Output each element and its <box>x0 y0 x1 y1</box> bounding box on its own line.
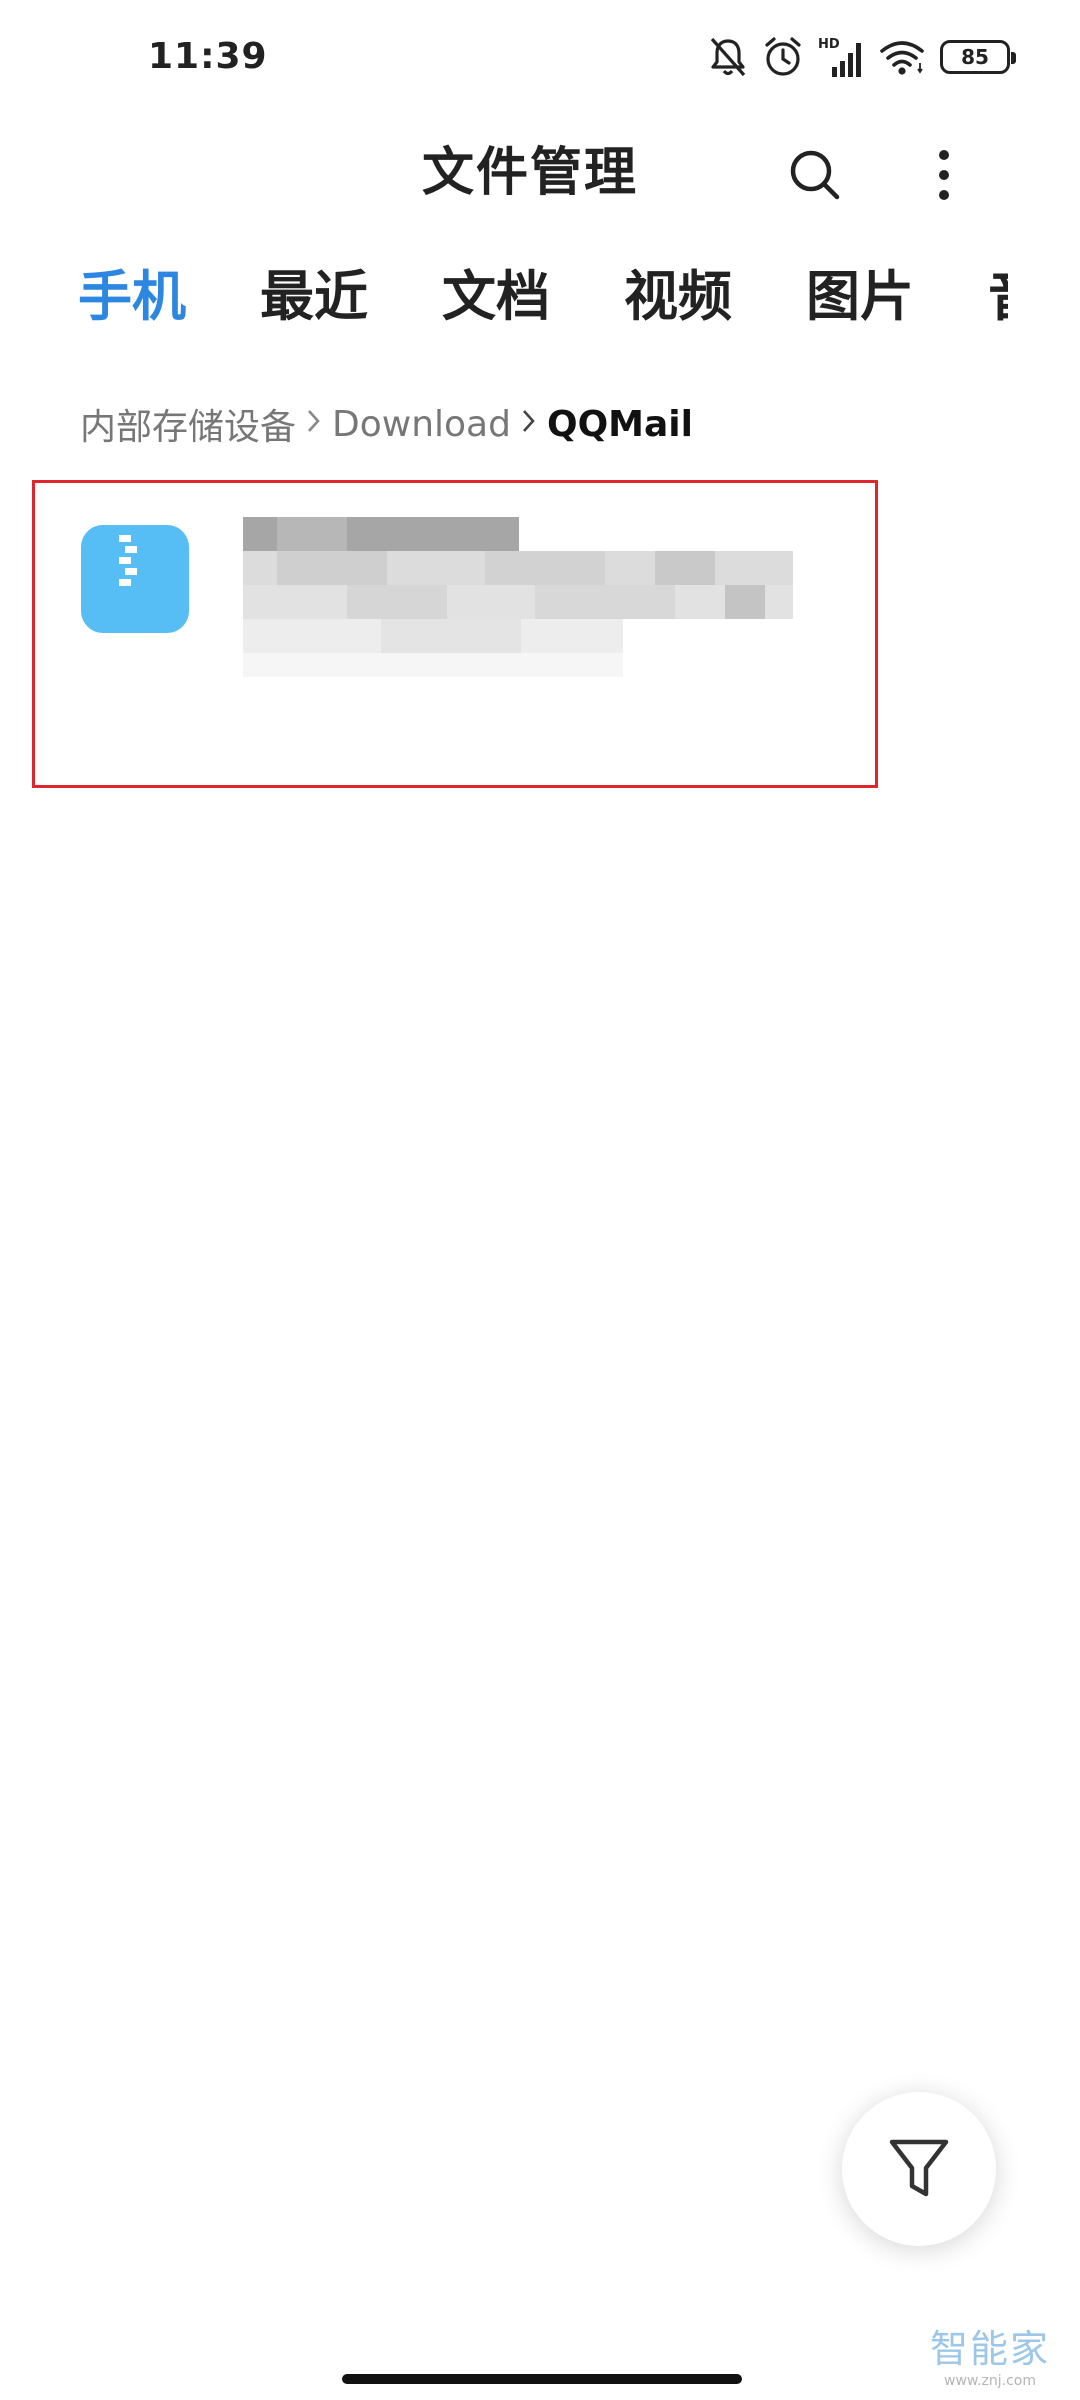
tab-recent[interactable]: 最近 <box>260 262 368 332</box>
more-vert-icon <box>939 150 949 200</box>
breadcrumb-download[interactable]: Download <box>332 404 511 445</box>
wifi-icon <box>878 37 926 77</box>
chevron-right-icon <box>521 404 537 445</box>
status-time: 11:39 <box>148 36 268 77</box>
chevron-right-icon <box>306 404 322 445</box>
svg-text:HD: HD <box>818 37 840 52</box>
battery-level: 85 <box>961 45 989 69</box>
bell-off-icon <box>708 35 748 79</box>
filter-icon <box>889 2139 949 2197</box>
zip-teeth <box>119 535 137 590</box>
file-manager-screen: { "status_bar": { "time": "11:39", "batt… <box>0 0 1080 2400</box>
page-title: 文件管理 <box>421 143 638 203</box>
tab-videos[interactable]: 视频 <box>624 262 732 332</box>
search-icon <box>790 150 840 200</box>
alarm-icon <box>762 35 804 79</box>
tab-phone[interactable]: 手机 <box>78 262 186 332</box>
signal-icon: HD <box>818 35 864 79</box>
zip-file-icon <box>81 525 189 633</box>
tab-documents[interactable]: 文档 <box>442 262 550 332</box>
breadcrumb-qqmail[interactable]: QQMail <box>547 404 693 445</box>
battery-icon: 85 <box>940 40 1016 74</box>
watermark: 智能家 www.znj.com <box>930 2318 1050 2389</box>
search-button[interactable] <box>775 135 855 215</box>
tab-images[interactable]: 图片 <box>806 262 914 332</box>
more-options-button[interactable] <box>904 135 984 215</box>
tabs-edge-mask <box>1008 255 1080 345</box>
gesture-navigation-bar[interactable] <box>342 2374 742 2384</box>
breadcrumb: 内部存储设备 Download QQMail <box>80 398 693 450</box>
breadcrumb-internal-storage[interactable]: 内部存储设备 <box>80 398 296 450</box>
watermark-url: www.znj.com <box>944 2373 1036 2389</box>
status-icons: HD 85 <box>708 30 1016 84</box>
watermark-text: 智能家 <box>929 2327 1050 2371</box>
filter-button[interactable] <box>842 2092 996 2246</box>
category-tabs: 手机 最近 文档 视频 图片 音 <box>78 262 1080 332</box>
file-list-item[interactable] <box>32 480 878 788</box>
